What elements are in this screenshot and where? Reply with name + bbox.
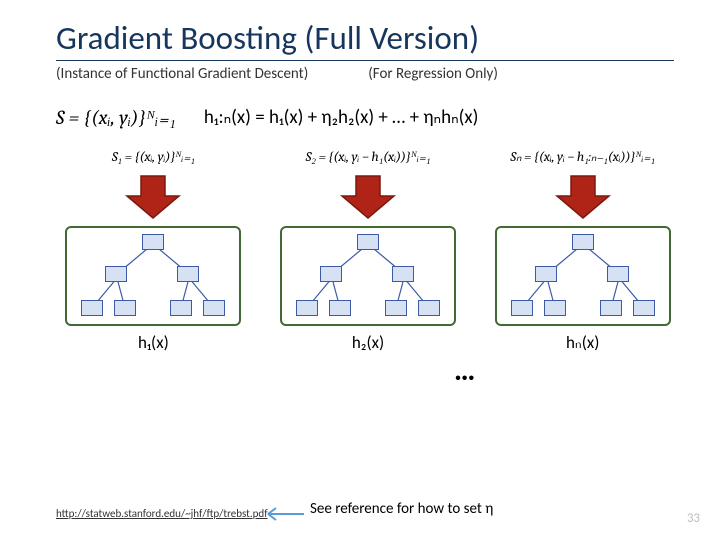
subtitle-left: (Instance of Functional Gradient Descent… [56, 65, 308, 83]
see-reference: See reference for how to set η [310, 500, 493, 518]
footer-link[interactable]: http://statweb.stanford.edu/~jhf/ftp/tre… [56, 507, 268, 520]
label-h2: h₂(x) [265, 332, 472, 353]
arrow-down-icon [553, 174, 613, 220]
arrow-down-icon [123, 174, 183, 220]
page-title: Gradient Boosting (Full Version) [56, 18, 674, 61]
ellipsis: … [450, 352, 480, 389]
dataset-equations: S₁ = {(xᵢ, yᵢ)}ᴺᵢ₌₁ S₂ = {(xᵢ, yᵢ − h₁(x… [50, 148, 686, 166]
eq-S1: S₁ = {(xᵢ, yᵢ)}ᴺᵢ₌₁ [50, 148, 257, 166]
eq-S2: S₂ = {(xᵢ, yᵢ − h₁(xᵢ))}ᴺᵢ₌₁ [265, 148, 472, 166]
tree-row [50, 226, 686, 326]
label-h1: h₁(x) [50, 332, 257, 353]
label-hn: hₙ(x) [479, 332, 686, 353]
eq-Sn: Sₙ = {(xᵢ, yᵢ − h₁:ₙ₋₁(xᵢ))}ᴺᵢ₌₁ [479, 148, 686, 166]
tree-1 [65, 226, 241, 326]
arrow-down-icon [338, 174, 398, 220]
page-number: 33 [687, 511, 700, 526]
formula-h-sum: h₁:ₙ(x) = h₁(x) + η₂h₂(x) + … + ηₙhₙ(x) [204, 106, 479, 129]
subtitle-right: (For Regression Only) [368, 65, 498, 83]
tree-n [495, 226, 671, 326]
formula-S: S = {(xᵢ, yᵢ)}ᴺᵢ₌₁ [56, 105, 176, 130]
arrow-left-icon [258, 506, 304, 522]
h-labels: h₁(x) h₂(x) hₙ(x) [50, 332, 686, 353]
tree-2 [280, 226, 456, 326]
arrow-row [50, 174, 686, 220]
